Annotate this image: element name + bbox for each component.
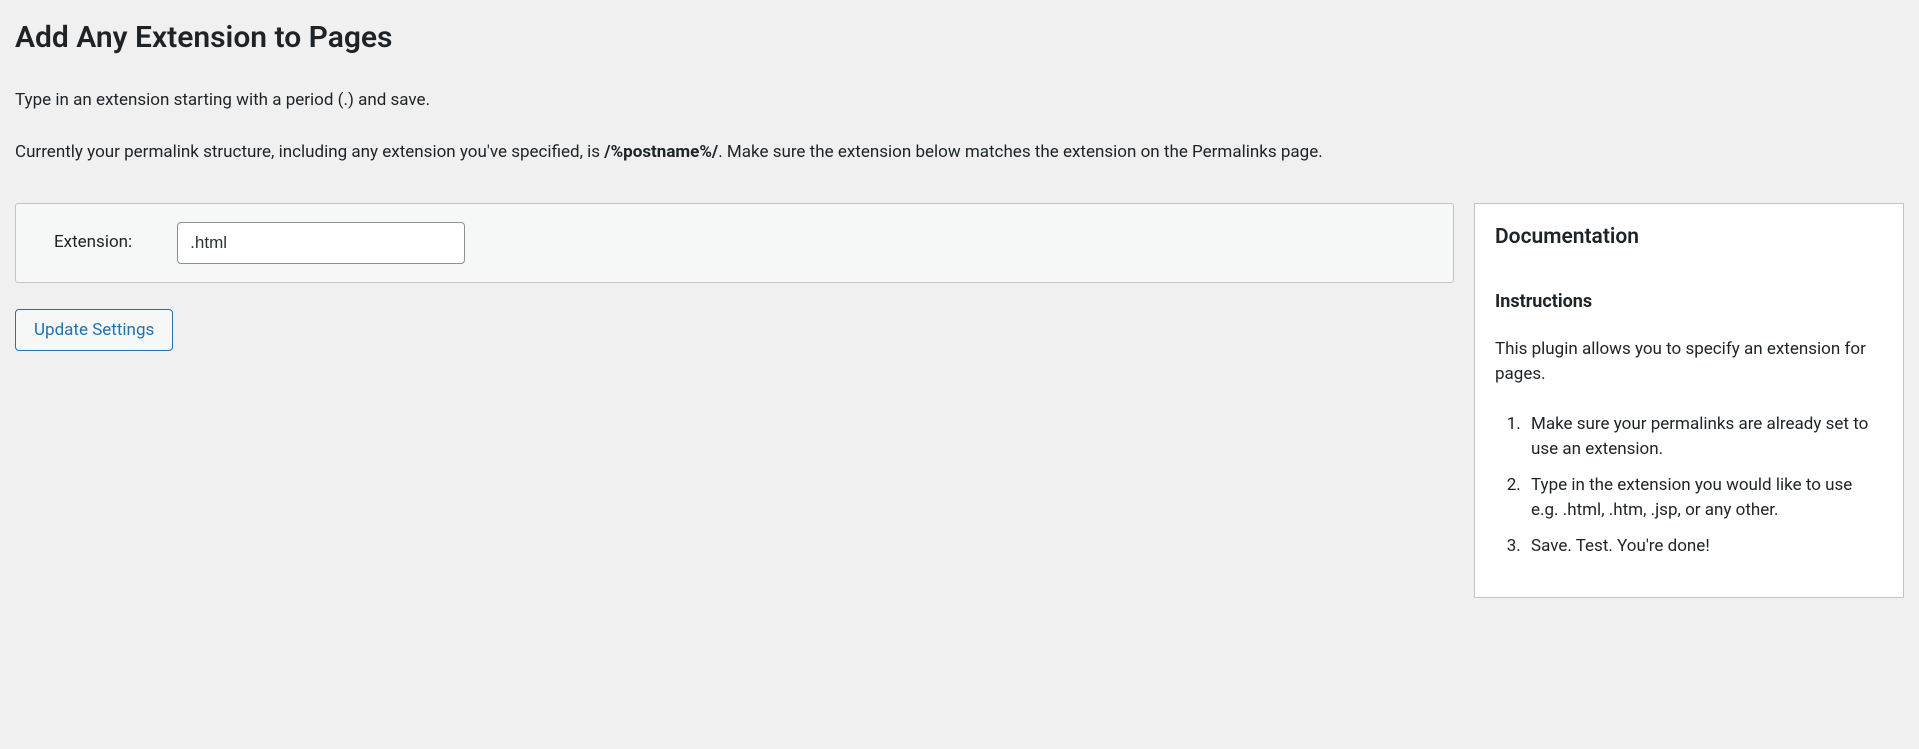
permalink-current: /%postname%/ xyxy=(604,142,718,162)
documentation-box: Documentation Instructions This plugin a… xyxy=(1474,203,1904,598)
permalink-suffix: . Make sure the extension below matches … xyxy=(718,142,1322,162)
doc-description: This plugin allows you to specify an ext… xyxy=(1495,337,1883,388)
intro-text: Type in an extension starting with a per… xyxy=(15,88,1904,114)
extension-form-box: Extension: xyxy=(15,203,1454,283)
update-settings-button[interactable]: Update Settings xyxy=(15,309,173,351)
doc-steps-list: Make sure your permalinks are already se… xyxy=(1495,412,1883,560)
content-row: Extension: Update Settings Documentation… xyxy=(15,203,1904,598)
doc-heading: Documentation xyxy=(1495,222,1883,254)
form-column: Extension: Update Settings xyxy=(15,203,1454,351)
extension-label: Extension: xyxy=(44,230,132,256)
permalink-prefix: Currently your permalink structure, incl… xyxy=(15,142,604,162)
page-title: Add Any Extension to Pages xyxy=(15,15,1904,60)
doc-step: Type in the extension you would like to … xyxy=(1525,473,1883,524)
doc-subheading: Instructions xyxy=(1495,288,1883,315)
doc-step: Make sure your permalinks are already se… xyxy=(1525,412,1883,463)
extension-input[interactable] xyxy=(177,222,465,264)
extension-field-row: Extension: xyxy=(44,222,1425,264)
doc-step: Save. Test. You're done! xyxy=(1525,534,1883,560)
permalink-info: Currently your permalink structure, incl… xyxy=(15,140,1904,166)
